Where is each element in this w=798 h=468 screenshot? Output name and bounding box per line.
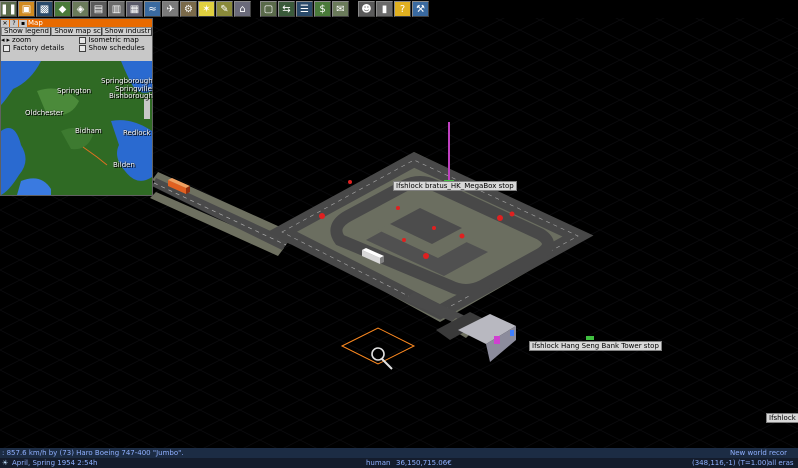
landscape-button[interactable]: ◈	[72, 1, 89, 17]
city-tools-button[interactable]: ⌂	[234, 1, 251, 17]
player-money: 36,150,715.06€	[396, 459, 452, 467]
map-city-bidham[interactable]: Bidham	[75, 127, 102, 135]
convoy-list-button[interactable]: ☰	[296, 1, 313, 17]
factory-details-option[interactable]: Factory details	[1, 44, 77, 52]
messages-button[interactable]: ✉	[332, 1, 349, 17]
isometric-map-option[interactable]: Isometric map	[77, 36, 153, 44]
stop-label-hang-seng[interactable]: Ifshlock Hang Seng Bank Tower stop	[529, 341, 662, 351]
map-city-bishborough[interactable]: Bishborough	[109, 92, 153, 100]
zoom-control[interactable]: ◂ ▸ zoom	[1, 36, 77, 44]
tram-tools-button[interactable]: ▦	[126, 1, 143, 17]
depot-button[interactable]: ▢	[260, 1, 277, 17]
help-icon[interactable]: ?	[10, 19, 18, 27]
zoom-out-icon[interactable]: ◂	[1, 36, 5, 44]
water-tools-button[interactable]: ≈	[144, 1, 161, 17]
minimap-canvas[interactable]: Springton Springborough Springville Bish…	[1, 61, 153, 195]
pause-button[interactable]: ❚❚	[0, 1, 17, 17]
status-bar: ☀ April, Spring 1954 2:54h human 36,150,…	[0, 458, 798, 468]
cursor-coordinates: (348,116,-1) (T=1.00)	[692, 459, 770, 467]
isometric-map-checkbox[interactable]	[78, 36, 86, 44]
show-legend-button[interactable]: Show legend	[1, 27, 52, 36]
show-schedules-option[interactable]: Show schedules	[77, 44, 153, 52]
terraform-button[interactable]: ◆	[54, 1, 71, 17]
show-industry-button[interactable]: Show industry	[101, 27, 152, 36]
map-city-springton[interactable]: Springton	[57, 87, 91, 95]
air-tools-button[interactable]: ✈	[162, 1, 179, 17]
show-map-scale-button[interactable]: Show map scale	[51, 27, 102, 36]
era-filter: all eras	[768, 459, 794, 467]
help-button[interactable]: ?	[394, 1, 411, 17]
map-window: ✕ ? ▪ Map Show legend Show map scale Sho…	[0, 18, 153, 196]
settings-button[interactable]: ⚒	[412, 1, 429, 17]
news-ticker: : 857.6 km/h by (73) Haro Boeing 747-400…	[0, 448, 798, 458]
industry-tools-button[interactable]: ⚙	[180, 1, 197, 17]
special-tools-button[interactable]: ✶	[198, 1, 215, 17]
factory-details-checkbox[interactable]	[3, 44, 10, 52]
road-tools-button[interactable]: ▤	[90, 1, 107, 17]
map-city-oldchester[interactable]: Oldchester	[25, 109, 63, 117]
map-city-springborough[interactable]: Springborough	[101, 77, 153, 85]
weather-icon: ☀	[2, 459, 9, 467]
map-button-row: Show legend Show map scale Show industry	[1, 27, 152, 36]
stop-label-offscreen[interactable]: Ifshlock s	[766, 413, 798, 423]
main-menu-button[interactable]: ▣	[18, 1, 35, 17]
misc-tools-button[interactable]: ✎	[216, 1, 233, 17]
game-date: April, Spring 1954 2:54h	[12, 459, 98, 467]
map-city-redlock[interactable]: Redlock	[123, 129, 150, 137]
map-window-title: Map	[28, 19, 43, 27]
main-toolbar: ❚❚ ▣ ▩ ◆ ◈ ▤ ▥ ▦ ≈ ✈ ⚙ ✶ ✎ ⌂ ▢ ⇆ ☰ $ ✉ ☻ ▮? ⚒	[0, 0, 798, 18]
line-management-button[interactable]: ⇆	[278, 1, 295, 17]
close-icon[interactable]: ✕	[1, 19, 9, 27]
show-schedules-checkbox[interactable]	[78, 44, 86, 52]
map-city-bilden[interactable]: Bilden	[113, 161, 135, 169]
stop-label-megabox[interactable]: Ifshlock bratus_HK_MegaBox stop	[393, 181, 517, 191]
players-button[interactable]: ☻	[358, 1, 375, 17]
goods-list-button[interactable]: ▮	[376, 1, 393, 17]
map-window-titlebar[interactable]: ✕ ? ▪ Map	[1, 19, 152, 27]
ticker-right: New world recor	[730, 449, 788, 457]
rail-tools-button[interactable]: ▥	[108, 1, 125, 17]
minimap-button[interactable]: ▩	[36, 1, 53, 17]
zoom-in-icon[interactable]: ▸	[7, 36, 11, 44]
pin-icon[interactable]: ▪	[19, 19, 27, 27]
finances-button[interactable]: $	[314, 1, 331, 17]
ticker-left: : 857.6 km/h by (73) Haro Boeing 747-400…	[2, 449, 184, 457]
player-name[interactable]: human	[366, 458, 390, 468]
